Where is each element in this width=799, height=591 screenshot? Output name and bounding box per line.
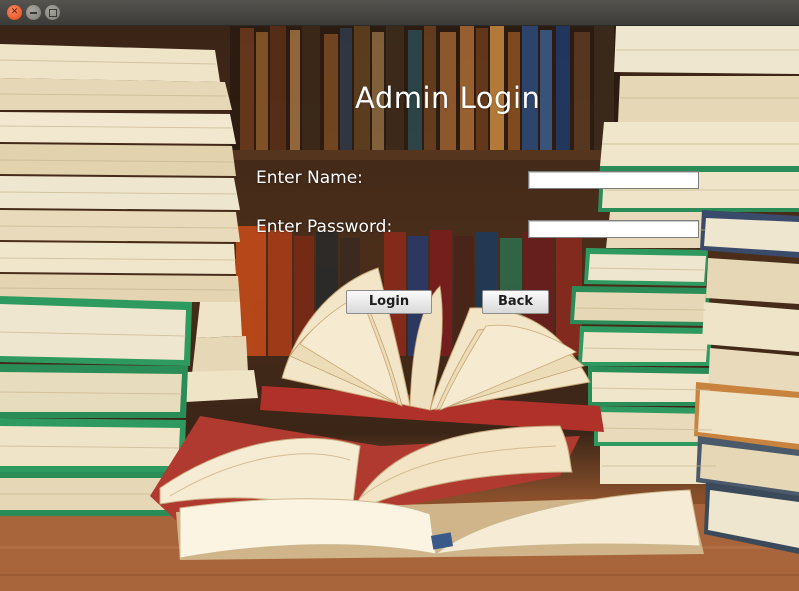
close-icon[interactable]: ✕ bbox=[7, 5, 22, 20]
page-title: Admin Login bbox=[355, 81, 541, 115]
password-label: Enter Password: bbox=[256, 217, 393, 237]
minimize-icon[interactable] bbox=[26, 5, 41, 20]
title-bar: ✕ bbox=[0, 0, 799, 26]
admin-login-window: ✕ Admin Login Enter Name: Enter Password… bbox=[0, 0, 799, 591]
name-input[interactable] bbox=[528, 171, 699, 189]
login-button[interactable]: Login bbox=[346, 290, 432, 314]
maximize-icon[interactable] bbox=[45, 5, 60, 20]
password-input[interactable] bbox=[528, 220, 699, 238]
back-button[interactable]: Back bbox=[482, 290, 549, 314]
name-label: Enter Name: bbox=[256, 168, 363, 188]
